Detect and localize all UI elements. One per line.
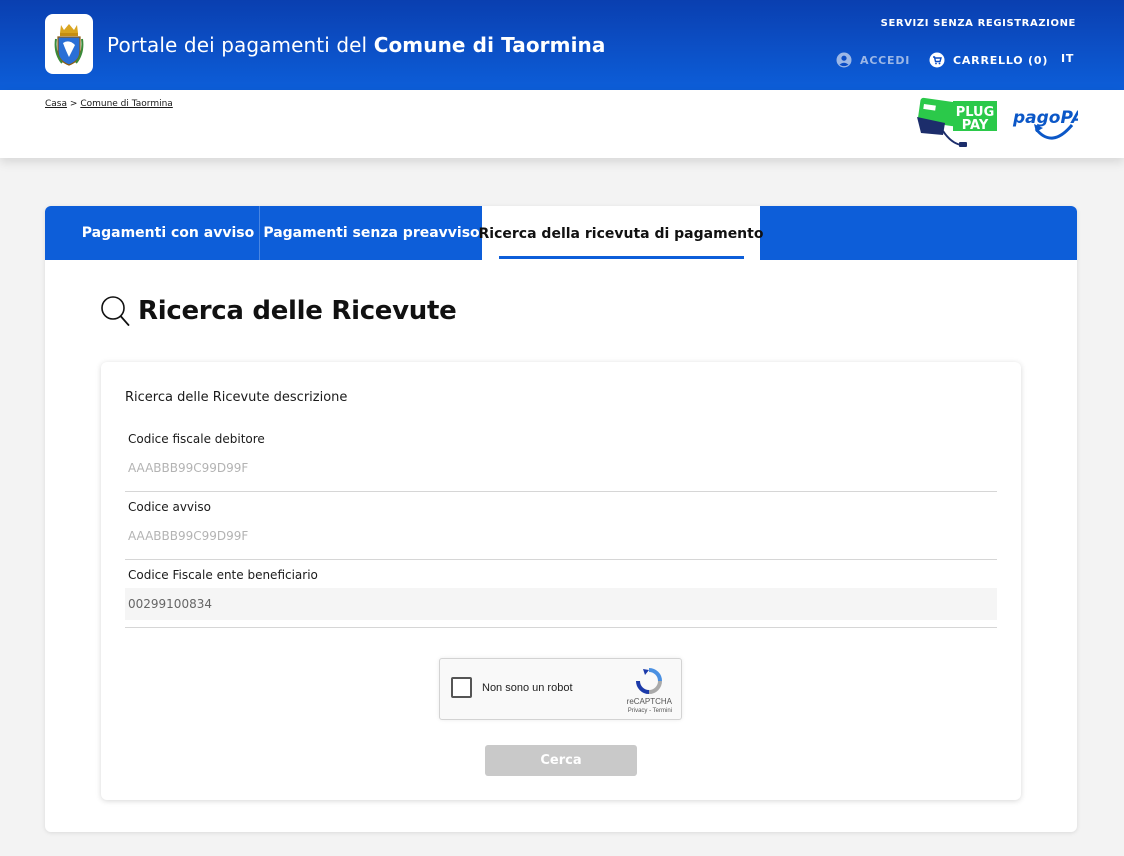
services-without-registration-link[interactable]: SERVIZI SENZA REGISTRAZIONE (881, 18, 1076, 29)
breadcrumb-home[interactable]: Casa (45, 99, 67, 109)
plugpay-text-pay: PAY (962, 118, 989, 133)
main-card: Pagamenti con avviso Pagamenti senza pre… (45, 206, 1077, 832)
search-button[interactable]: Cerca (485, 745, 637, 776)
recaptcha-icon (636, 668, 662, 694)
notice-code-label: Codice avviso (128, 500, 211, 514)
notice-code-input[interactable] (125, 520, 997, 552)
notice-code-field: Codice avviso (125, 500, 997, 560)
beneficiary-tax-code-field: Codice Fiscale ente beneficiario (125, 568, 997, 628)
cart-label: CARRELLO (0) (953, 53, 1049, 67)
page-heading: Ricerca delle Ricevute (100, 295, 457, 327)
page-title: Ricerca delle Ricevute (138, 296, 457, 326)
tab-label: Pagamenti con avviso (81, 225, 255, 241)
search-form-card: Ricerca delle Ricevute descrizione Codic… (101, 362, 1021, 800)
search-icon (101, 296, 130, 326)
user-icon (836, 52, 852, 68)
beneficiary-tax-code-label: Codice Fiscale ente beneficiario (128, 568, 318, 582)
site-header: Portale dei pagamenti del Comune di Taor… (0, 0, 1124, 90)
site-title-municipality: Comune di Taormina (373, 33, 606, 57)
language-selector[interactable]: IT (1061, 52, 1074, 65)
debtor-tax-code-input[interactable] (125, 452, 997, 484)
recaptcha-checkbox[interactable] (451, 677, 472, 698)
breadcrumb: Casa > Comune di Taormina (45, 99, 173, 109)
recaptcha-label: Non sono un robot (482, 682, 573, 694)
breadcrumb-municipality[interactable]: Comune di Taormina (80, 99, 173, 109)
tab-label: Ricerca della ricevuta di pagamento (478, 226, 764, 242)
login-link[interactable]: ACCEDI (836, 52, 910, 68)
recaptcha-brand: reCAPTCHA (626, 697, 672, 706)
tab-bar: Pagamenti con avviso Pagamenti senza pre… (45, 206, 1077, 260)
login-label: ACCEDI (860, 53, 911, 67)
pagopa-text: pagoPA (1012, 108, 1078, 128)
beneficiary-tax-code-input[interactable] (125, 588, 997, 620)
tab-payments-without-notice[interactable]: Pagamenti senza preavviso (261, 206, 482, 260)
debtor-tax-code-label: Codice fiscale debitore (128, 432, 265, 446)
debtor-tax-code-field: Codice fiscale debitore (125, 432, 997, 492)
cart-link[interactable]: CARRELLO (0) (929, 52, 1048, 68)
tab-payments-with-notice[interactable]: Pagamenti con avviso (45, 206, 260, 260)
form-description: Ricerca delle Ricevute descrizione (125, 390, 348, 405)
active-tab-indicator (499, 256, 744, 259)
tab-label: Pagamenti senza preavviso (263, 225, 480, 241)
coat-of-arms-icon (54, 24, 84, 66)
site-title-prefix: Portale dei pagamenti del (107, 33, 374, 57)
tab-receipt-search[interactable]: Ricerca della ricevuta di pagamento (479, 206, 763, 260)
municipality-logo[interactable] (45, 14, 93, 74)
site-title: Portale dei pagamenti del Comune di Taor… (107, 33, 605, 57)
recaptcha-terms-link[interactable]: Privacy - Termini (628, 708, 672, 714)
plug-and-pay-logo: PLUG PAY (917, 97, 997, 147)
recaptcha-widget: Non sono un robot reCAPTCHA Privacy - Te… (439, 658, 682, 720)
sub-header: Casa > Comune di Taormina PLUG PAY pagoP… (0, 90, 1124, 158)
cart-icon (929, 52, 945, 68)
pagopa-logo: pagoPA (1012, 108, 1078, 140)
breadcrumb-separator: > (69, 99, 78, 109)
